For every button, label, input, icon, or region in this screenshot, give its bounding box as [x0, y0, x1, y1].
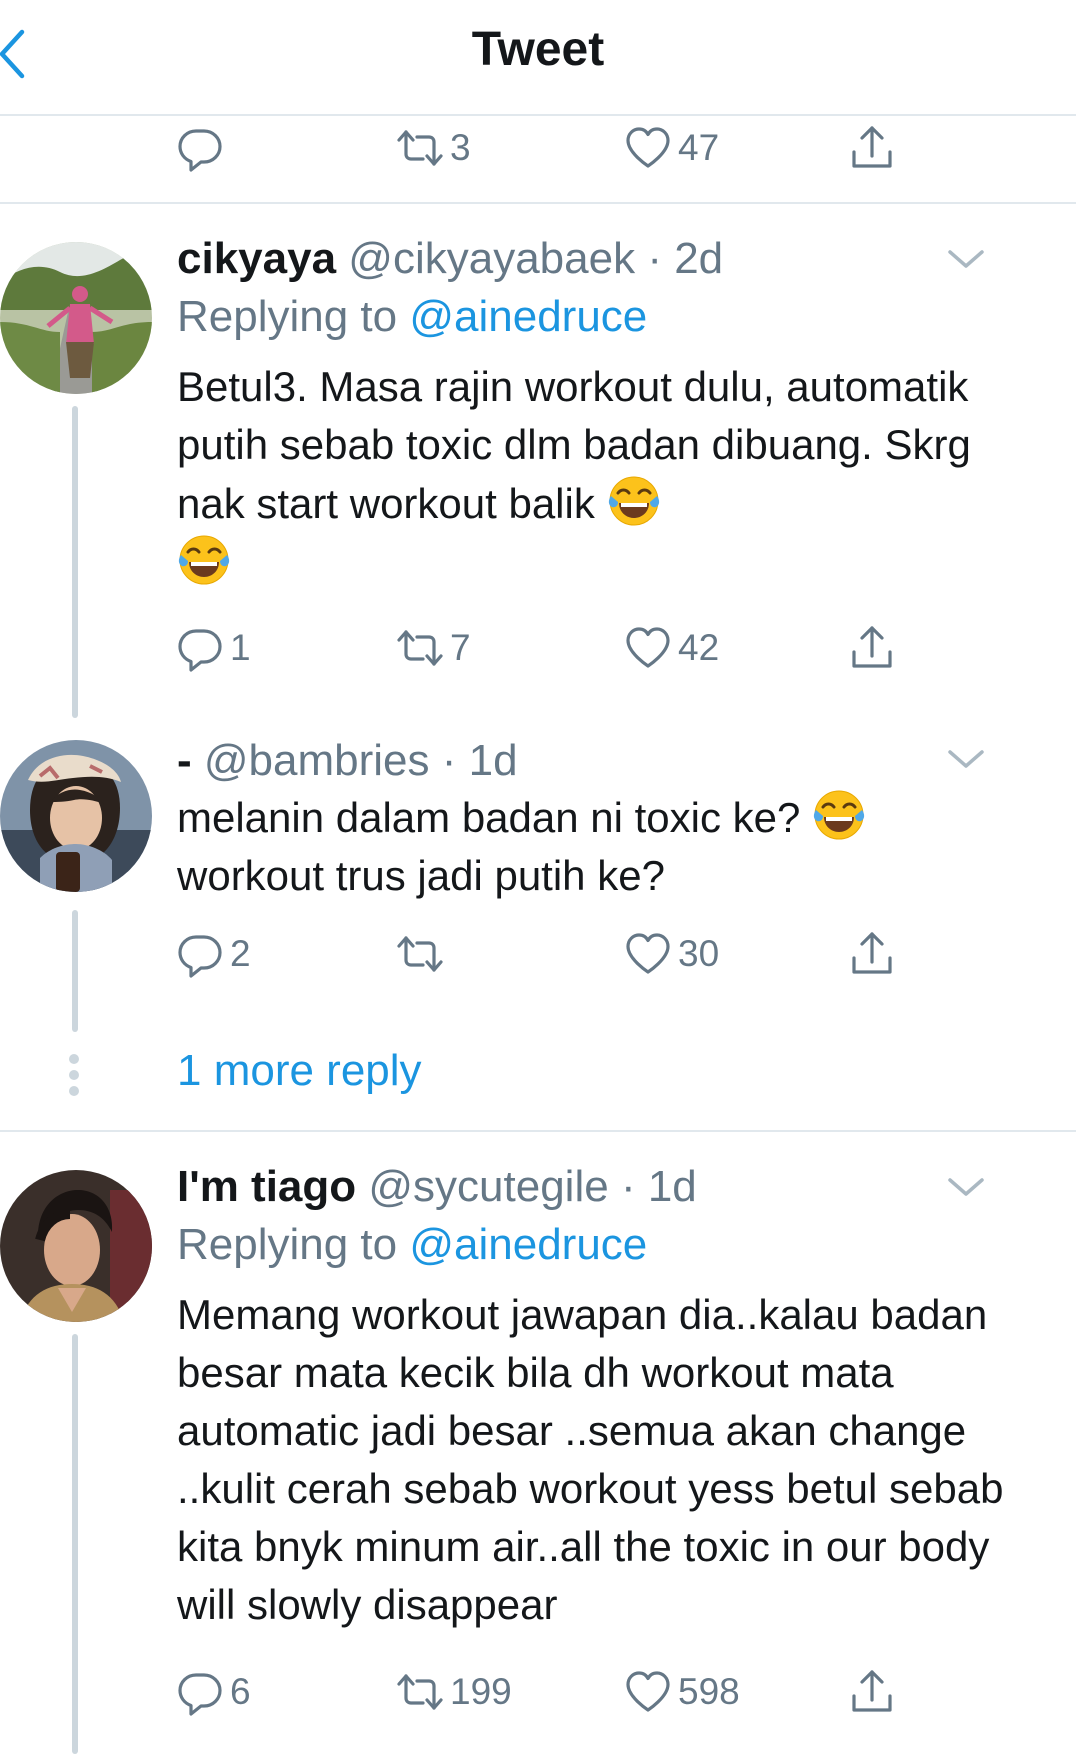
- share-icon: [848, 1668, 896, 1716]
- timestamp: · 1d: [620, 1162, 697, 1211]
- reply-icon: [176, 124, 224, 172]
- reply-button[interactable]: 1: [176, 618, 251, 678]
- reply-icon: [176, 930, 224, 978]
- username[interactable]: @cikyayabaek: [348, 234, 635, 283]
- tweet-header: I'm tiago @sycutegile · 1d: [177, 1162, 697, 1212]
- share-icon: [848, 124, 896, 172]
- share-button[interactable]: [848, 618, 896, 678]
- like-button[interactable]: 598: [624, 1662, 740, 1722]
- share-icon: [848, 624, 896, 672]
- avatar[interactable]: [0, 242, 152, 394]
- tweet-header: cikyaya @cikyayabaek · 2d: [177, 234, 723, 284]
- action-bar: 2 30: [176, 924, 936, 984]
- retweet-count: 3: [450, 127, 471, 168]
- avatar[interactable]: [0, 740, 152, 892]
- like-count: 42: [678, 627, 720, 668]
- timestamp: · 1d: [441, 736, 518, 785]
- reply-button[interactable]: [176, 118, 230, 178]
- share-button[interactable]: [848, 118, 896, 178]
- action-bar: 1 7 42: [176, 618, 936, 678]
- like-count: 30: [678, 933, 720, 974]
- avatar[interactable]: [0, 1170, 152, 1322]
- like-icon: [624, 930, 672, 978]
- retweet-button[interactable]: [396, 924, 450, 984]
- like-count: 598: [678, 1671, 740, 1712]
- like-button[interactable]: 30: [624, 924, 719, 984]
- mention-link[interactable]: @ainedruce: [409, 1220, 647, 1269]
- retweet-icon: [396, 624, 444, 672]
- share-button[interactable]: [848, 924, 896, 984]
- tweet-text: Memang workout jawapan dia..kalau badan …: [177, 1291, 1004, 1628]
- reply-button[interactable]: 2: [176, 924, 251, 984]
- thread-line: [72, 406, 78, 718]
- tears-of-joy-emoji: [607, 474, 661, 528]
- divider: [0, 1130, 1076, 1132]
- reply-count: 2: [230, 933, 251, 974]
- display-name[interactable]: -: [177, 736, 192, 785]
- tears-of-joy-emoji: [812, 788, 866, 842]
- tweet-text: Betul3. Masa rajin workout dulu, automat…: [177, 358, 1027, 592]
- retweet-button[interactable]: 199: [396, 1662, 512, 1722]
- display-name[interactable]: cikyaya: [177, 234, 336, 283]
- more-replies-link[interactable]: 1 more reply: [177, 1046, 422, 1096]
- reply-count: 1: [230, 627, 251, 668]
- like-count: 47: [678, 127, 720, 168]
- like-button[interactable]: 47: [624, 118, 719, 178]
- thread-dots: [69, 1054, 81, 1102]
- reply-count: 6: [230, 1671, 251, 1712]
- retweet-count: 199: [450, 1671, 512, 1712]
- chevron-down-icon[interactable]: [946, 244, 986, 274]
- retweet-count: 7: [450, 627, 471, 668]
- replying-to: Replying to @ainedruce: [177, 1220, 648, 1269]
- retweet-button[interactable]: 3: [396, 118, 471, 178]
- tweet-text: melanin dalam badan ni toxic ke? workout…: [177, 788, 1027, 905]
- share-button[interactable]: [848, 1662, 896, 1722]
- share-icon: [848, 930, 896, 978]
- reply-button[interactable]: 6: [176, 1662, 251, 1722]
- username[interactable]: @bambries: [204, 736, 430, 785]
- tears-of-joy-emoji: [177, 533, 231, 587]
- page-title: Tweet: [471, 23, 605, 76]
- main-tweet-action-bar: 3 47: [176, 118, 936, 178]
- retweet-icon: [396, 930, 444, 978]
- like-icon: [624, 124, 672, 172]
- mention-link[interactable]: @ainedruce: [409, 292, 647, 341]
- chevron-down-icon[interactable]: [946, 744, 986, 774]
- tweet-header: - @bambries · 1d: [177, 736, 518, 786]
- reply-icon: [176, 624, 224, 672]
- like-icon: [624, 1668, 672, 1716]
- reply-icon: [176, 1668, 224, 1716]
- username[interactable]: @sycutegile: [368, 1162, 608, 1211]
- display-name[interactable]: I'm tiago: [177, 1162, 356, 1211]
- retweet-icon: [396, 124, 444, 172]
- chevron-down-icon[interactable]: [946, 1172, 986, 1202]
- replying-to: Replying to @ainedruce: [177, 292, 648, 341]
- thread-line: [72, 910, 78, 1032]
- timestamp: · 2d: [647, 234, 724, 283]
- thread-line: [72, 1334, 78, 1754]
- retweet-icon: [396, 1668, 444, 1716]
- like-button[interactable]: 42: [624, 618, 719, 678]
- divider: [0, 202, 1076, 204]
- like-icon: [624, 624, 672, 672]
- action-bar: 6 199 598: [176, 1662, 936, 1722]
- top-navigation-bar: Tweet: [0, 0, 1076, 116]
- retweet-button[interactable]: 7: [396, 618, 471, 678]
